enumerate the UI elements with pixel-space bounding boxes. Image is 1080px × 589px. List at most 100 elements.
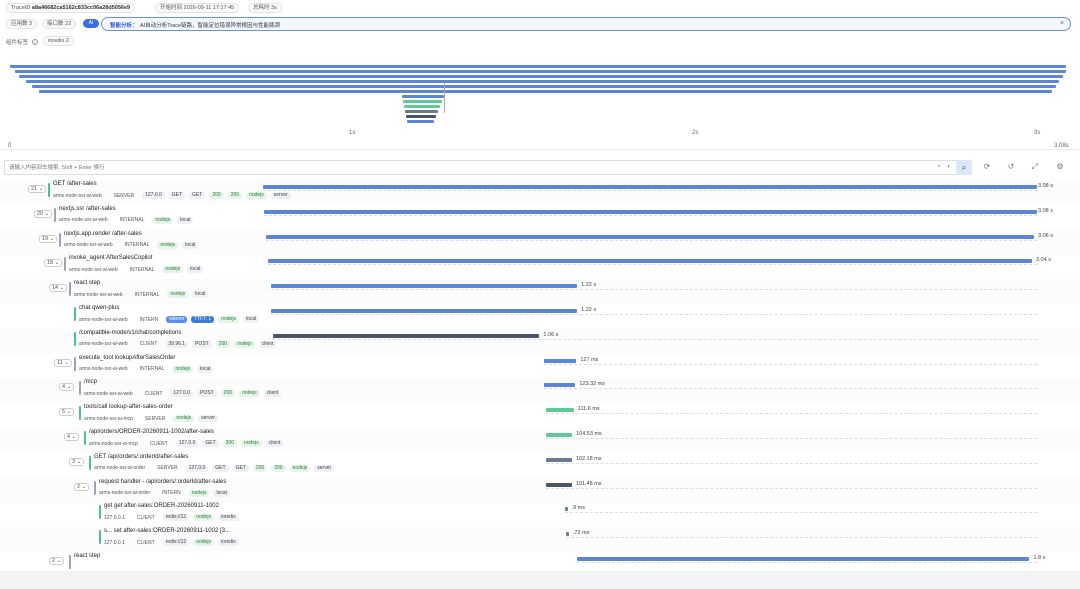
span-tag: local <box>197 365 214 373</box>
span-duration-bar[interactable] <box>264 209 1037 214</box>
child-count-toggle[interactable]: 2 ⌄ <box>49 557 65 565</box>
span-duration-label: 3.08 s <box>1038 207 1053 214</box>
child-count-toggle[interactable]: 14 ⌄ <box>49 284 68 293</box>
span-name[interactable]: chat qwen-plus <box>79 305 119 311</box>
span-tag: server <box>270 192 291 199</box>
span-row[interactable]: get get after-sales:ORDER-20260911-1002 1… <box>0 502 1080 527</box>
span-duration-bar[interactable] <box>564 507 568 512</box>
child-count-toggle[interactable]: 11 ⌄ <box>54 358 72 367</box>
span-duration-bar[interactable] <box>577 557 1030 561</box>
help-icon[interactable]: ? <box>31 39 38 45</box>
span-duration-bar[interactable] <box>265 234 1035 239</box>
span-accent-mark <box>74 356 76 371</box>
span-duration-bar[interactable] <box>263 185 1037 189</box>
endpoints-count-chip[interactable]: 接口数 22 <box>42 19 77 29</box>
span-row[interactable]: 4 ⌄ /mcp arms-node-ssr-ai-web CLIENT 127.0.0… <box>0 378 1080 404</box>
span-name[interactable]: s... set after-sales:ORDER-20260911-1002… <box>104 528 230 534</box>
span-accent-mark <box>84 431 86 445</box>
span-row[interactable]: 11 ⌄ execute_tool lookupAfterSalesOrder ar… <box>0 354 1080 379</box>
span-tag: redis://12 <box>162 539 190 547</box>
span-duration-bar[interactable] <box>270 309 578 313</box>
span-duration-bar[interactable] <box>270 284 578 289</box>
case-sensitive-icon[interactable]: ◐ <box>947 164 951 170</box>
span-row[interactable]: 18 ⌄ invoke_agent AfterSalesCopilot arms-n… <box>0 254 1080 279</box>
span-search-input[interactable] <box>5 161 905 174</box>
span-row[interactable]: 20 ⌄ nextjs.ssr /after-sales arms-node-ssr… <box>0 205 1080 230</box>
span-name[interactable]: GET /after-sales <box>53 181 97 187</box>
child-count-toggle[interactable]: 19 ⌄ <box>39 234 58 243</box>
span-tag: 200 <box>215 340 231 348</box>
span-name[interactable]: request handler - /api/orders/:orderId/a… <box>99 479 226 485</box>
child-count-toggle[interactable]: 4 ⌄ <box>64 433 80 441</box>
span-name[interactable]: react step <box>74 280 100 286</box>
span-name[interactable]: /compatible-mode/v1/chat/completions <box>79 330 181 336</box>
expand-icon[interactable]: ⤢ <box>1030 162 1040 172</box>
span-duration-label: 101.48 ms <box>575 480 602 487</box>
settings-gear-icon[interactable]: ⚙ <box>1055 162 1065 172</box>
search-button[interactable]: ⌕ <box>956 160 972 175</box>
apps-count: 3 <box>29 21 33 27</box>
span-duration-bar[interactable] <box>545 433 573 437</box>
span-tag: local <box>187 266 204 274</box>
span-duration-bar[interactable] <box>546 482 572 487</box>
span-row[interactable]: /compatible-mode/v1/chat/completions arms… <box>0 328 1080 354</box>
span-row[interactable]: chat qwen-plus arms-node-ssr-ai-web INTERN… <box>0 304 1080 329</box>
span-row[interactable]: 3 ⌄ GET /api/orders/:orderId/after-sales a… <box>0 453 1080 478</box>
span-duration-label: .9 ms <box>571 505 585 512</box>
trace-overview-minimap[interactable] <box>0 55 1080 150</box>
ai-analysis-banner[interactable]: 智能分析： AI自动分析Trace链路，智能定位错误异常根因与性能瓶颈 × <box>101 17 1071 31</box>
service-name: arms-node-ssr-ai-web <box>79 366 128 373</box>
child-count-toggle[interactable]: 4 ⌄ <box>59 383 75 392</box>
span-kind: INTERN <box>139 316 159 323</box>
child-count-toggle[interactable]: 5 ⌄ <box>59 408 75 417</box>
span-row[interactable]: 2 ⌄ request handler - /api/orders/:orderI… <box>0 477 1080 503</box>
overview-span-bar <box>407 120 434 123</box>
span-kind: INTERNAL <box>129 266 155 273</box>
span-name[interactable]: GET /api/orders/:orderId/after-sales <box>94 454 188 460</box>
trace-id-chip[interactable]: TraceID a8a46682ca5162c833cc06a28d5056e9 <box>6 3 136 13</box>
ai-toggle[interactable]: AI <box>83 19 99 28</box>
span-duration-bar[interactable] <box>544 383 576 388</box>
ioredis-tag[interactable]: ioredis 2 <box>43 36 74 46</box>
span-duration-bar[interactable] <box>544 358 577 363</box>
span-name[interactable]: execute_tool lookupAfterSalesOrder <box>79 355 175 361</box>
span-row[interactable]: 19 ⌄ nextjs.app.render /after-sales arms-n… <box>0 229 1080 255</box>
child-count-toggle[interactable]: 18 ⌄ <box>44 259 63 268</box>
span-duration-bar[interactable] <box>268 259 1032 264</box>
span-duration-label: 1.22 s <box>581 307 597 313</box>
span-name[interactable]: /api/orders/ORDER-20260911-1002/after-sa… <box>89 429 214 435</box>
span-row[interactable]: 4 ⌄ /api/orders/ORDER-20260911-1002/after… <box>0 428 1080 453</box>
overview-span-bar <box>406 115 436 118</box>
span-name[interactable]: nextjs.app.render /after-sales <box>64 231 142 237</box>
span-duration-bar[interactable] <box>546 457 572 462</box>
span-row[interactable]: s... set after-sales:ORDER-20260911-1002… <box>0 527 1080 553</box>
reset-icon[interactable]: ↺ <box>1006 162 1016 172</box>
span-tag: nodejs <box>193 514 214 522</box>
clear-search-icon[interactable]: × <box>937 164 941 170</box>
span-duration-bar[interactable] <box>545 408 574 413</box>
span-row[interactable]: 5 ⌄ tools/call lookup-after-sales-order ar… <box>0 403 1080 428</box>
span-row[interactable]: 14 ⌄ react step arms-node-ssr-ai-web INTERN… <box>0 279 1080 305</box>
span-name[interactable]: react step <box>74 553 100 559</box>
span-duration-bar[interactable] <box>565 532 569 537</box>
span-accent-mark <box>89 455 91 470</box>
span-name[interactable]: nextjs.ssr /after-sales <box>59 206 116 212</box>
apps-count-chip[interactable]: 应用数 3 <box>6 19 38 29</box>
span-name[interactable]: invoke_agent AfterSalesCopilot <box>69 255 152 261</box>
child-count-toggle[interactable]: 2 ⌄ <box>74 482 90 491</box>
child-count-toggle[interactable]: 3 ⌄ <box>69 457 85 466</box>
span-name[interactable]: /mcp <box>84 379 97 385</box>
span-name[interactable]: tools/call lookup-after-sales-order <box>84 404 173 410</box>
refresh-icon[interactable]: ⟳ <box>982 162 992 172</box>
child-count-toggle[interactable]: 20 ⌄ <box>34 209 53 218</box>
span-duration-bar[interactable] <box>273 333 540 338</box>
child-count-toggle[interactable]: 21 ⌄ <box>28 185 47 193</box>
span-name[interactable]: get get after-sales:ORDER-20260911-1002 <box>104 503 219 509</box>
close-icon[interactable]: × <box>1060 20 1064 27</box>
span-tag: POST <box>197 390 217 398</box>
span-row[interactable]: 21 ⌄ GET /after-sales arms-node-ssr-ai-web… <box>0 180 1080 205</box>
ai-banner-text: AI自动分析Trace链路，智能定位错误异常根因与性能瓶颈 <box>140 23 281 29</box>
overview-selection-marker <box>444 83 445 113</box>
span-tag: 127.0.0 <box>185 464 209 472</box>
span-tag: 127.0.0 <box>175 440 199 447</box>
